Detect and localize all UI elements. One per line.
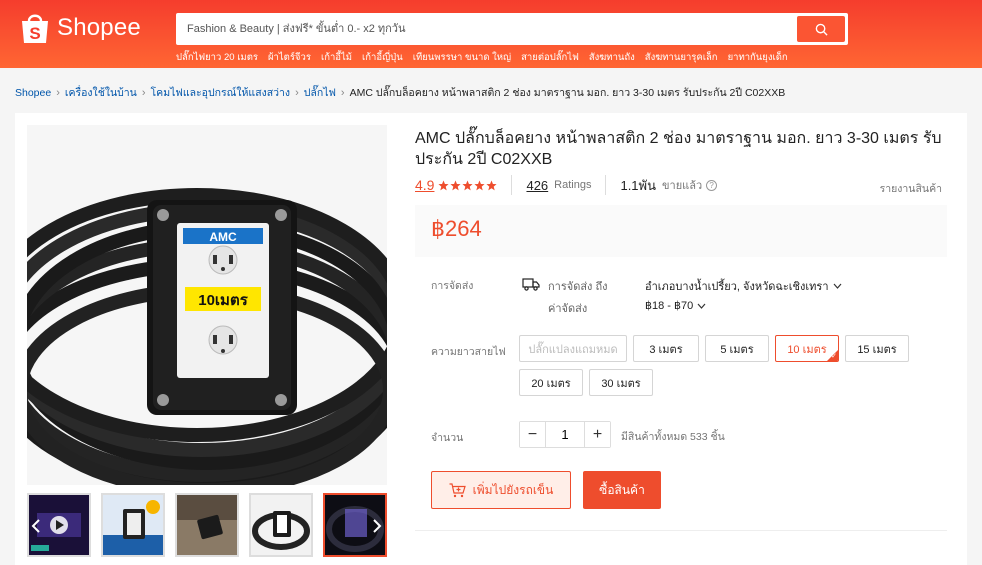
variant-option[interactable]: ปลั๊กแปลงแถมหมด	[519, 335, 627, 362]
chevron-right-icon: ›	[295, 86, 299, 99]
variant-option[interactable]: 5 เมตร	[705, 335, 769, 362]
price-section: ฿264	[415, 205, 947, 257]
suggestion-link[interactable]: ผ้าไตร์จีวร	[268, 50, 311, 65]
quantity-label: จำนวน	[431, 432, 464, 444]
quantity-decrease-button[interactable]: −	[520, 422, 545, 447]
ratings-label: Ratings	[554, 179, 592, 191]
variant-option[interactable]: 3 เมตร	[633, 335, 699, 362]
shipping-to-label: การจัดส่ง ถึง	[548, 281, 608, 293]
suggestion-link[interactable]: ปลั๊กไฟยาว 20 เมตร	[176, 50, 258, 65]
rating-stars	[438, 180, 498, 191]
breadcrumb-link[interactable]: เครื่องใช้ในบ้าน	[65, 84, 137, 101]
suggestion-link[interactable]: สังฆทานถัง	[589, 50, 635, 65]
chevron-right-icon: ›	[56, 86, 60, 99]
quantity-input[interactable]	[545, 422, 585, 447]
search-input[interactable]	[179, 16, 791, 42]
cart-add-icon	[449, 482, 466, 497]
breadcrumb-current: AMC ปลั๊กบล็อคยาง หน้าพลาสติก 2 ช่อง มาต…	[349, 87, 786, 99]
variant-option[interactable]: 15 เมตร	[845, 335, 909, 362]
divider	[511, 175, 513, 195]
star-icon	[438, 180, 450, 190]
report-product-link[interactable]: รายงานสินค้า	[880, 180, 942, 197]
star-icon	[486, 180, 498, 190]
breadcrumb-link[interactable]: โคมไฟและอุปกรณ์ให้แสงสว่าง	[151, 84, 291, 101]
shipping-destination-value: อำเภอบางน้ำเปรี้ยว, จังหวัดฉะเชิงเทรา	[645, 281, 829, 293]
shipping-fee-label: ค่าจัดส่ง	[548, 303, 588, 315]
star-icon	[462, 180, 474, 190]
sold-count: 1.1พัน	[620, 177, 656, 193]
quantity-stepper: − +	[519, 421, 611, 448]
section-divider	[415, 530, 947, 531]
svg-text:S: S	[29, 24, 40, 43]
search-icon	[815, 23, 828, 36]
help-icon[interactable]: ?	[706, 179, 718, 191]
star-icon	[474, 180, 486, 190]
shipping-fee-value: ฿18 - ฿70	[645, 300, 694, 312]
product-title: AMC ปลั๊กบล็อคยาง หน้าพลาสติก 2 ช่อง มาต…	[415, 130, 942, 168]
star-icon	[450, 180, 462, 190]
suggestion-link[interactable]: สายต่อปลั๊กไฟ	[521, 50, 579, 65]
stock-available: มีสินค้าทั้งหมด 533 ชิ้น	[621, 431, 725, 443]
shipping-destination-select[interactable]: อำเภอบางน้ำเปรี้ยว, จังหวัดฉะเชิงเทรา	[645, 277, 842, 295]
shipping-fee-select[interactable]: ฿18 - ฿70	[645, 299, 706, 312]
breadcrumb-link[interactable]: Shopee	[15, 87, 51, 99]
product-brand-label: AMC	[209, 230, 237, 244]
suggestion-link[interactable]: เก้าอี้ไม้	[321, 50, 352, 65]
product-length-label: 10เมตร	[198, 292, 248, 309]
quantity-increase-button[interactable]: +	[585, 422, 610, 447]
chevron-down-icon	[697, 303, 706, 309]
chevron-down-icon	[833, 283, 841, 289]
variant-option-label: 10 เมตร	[787, 343, 827, 356]
chevron-right-icon: ›	[141, 86, 146, 99]
suggestion-link[interactable]: ยาทากันยุงเด็ก	[728, 50, 788, 65]
divider	[605, 175, 607, 195]
add-to-cart-label: เพิ่มไปยังรถเข็น	[472, 482, 554, 497]
variant-option[interactable]: 30 เมตร	[589, 369, 653, 396]
shopee-logo[interactable]: S Shopee	[20, 11, 141, 45]
chevron-left-icon	[31, 519, 40, 533]
thumbnail-prev-button[interactable]	[27, 512, 45, 540]
truck-icon	[522, 277, 540, 294]
breadcrumb-link[interactable]: ปลั๊กไฟ	[304, 84, 336, 101]
thumbnail-image[interactable]	[101, 493, 165, 557]
product-main-image[interactable]: AMC 10เมตร	[27, 125, 387, 485]
suggestion-link[interactable]: เก้าอี้ญี่ปุ่น	[362, 50, 403, 65]
top-header: S Shopee ปลั๊กไฟยาว 20 เมตร ผ้าไตร์จีวร …	[0, 0, 982, 68]
suggestion-link[interactable]: เทียนพรรษา ขนาด ใหญ่	[413, 50, 511, 65]
variant-option-selected[interactable]: 10 เมตร ✓	[775, 335, 839, 362]
thumbnail-image[interactable]	[175, 493, 239, 557]
suggestion-link[interactable]: สังฆทานยารุคเล็ก	[645, 50, 718, 65]
shipping-label: การจัดส่ง	[431, 280, 474, 292]
breadcrumb: Shopee › เครื่องใช้ในบ้าน › โคมไฟและอุปก…	[15, 84, 785, 101]
sold-label: ขายแล้ว	[662, 180, 703, 192]
shopping-bag-icon: S	[20, 11, 50, 45]
ratings-count[interactable]: 426	[526, 178, 548, 193]
chevron-right-icon	[373, 519, 382, 533]
add-to-cart-button[interactable]: เพิ่มไปยังรถเข็น	[431, 471, 571, 509]
product-price: ฿264	[431, 216, 482, 241]
search-suggestions: ปลั๊กไฟยาว 20 เมตร ผ้าไตร์จีวร เก้าอี้ไม…	[176, 50, 788, 65]
thumbnail-strip	[27, 493, 387, 557]
buy-now-button[interactable]: ซื้อสินค้า	[583, 471, 661, 509]
variant-option[interactable]: 20 เมตร	[519, 369, 583, 396]
rating-value[interactable]: 4.9	[415, 177, 434, 193]
product-stats: 4.9 426 Ratings 1.1พัน ขายแล้ว ?	[415, 175, 718, 195]
checkmark-icon: ✓	[831, 353, 837, 360]
thumbnail-image[interactable]	[249, 493, 313, 557]
chevron-right-icon: ›	[340, 86, 345, 99]
search-bar	[176, 13, 848, 45]
logo-text: Shopee	[57, 14, 141, 41]
thumbnail-next-button[interactable]	[368, 512, 386, 540]
search-button[interactable]	[797, 16, 845, 42]
variant-label: ความยาวสายไฟ	[431, 346, 506, 358]
